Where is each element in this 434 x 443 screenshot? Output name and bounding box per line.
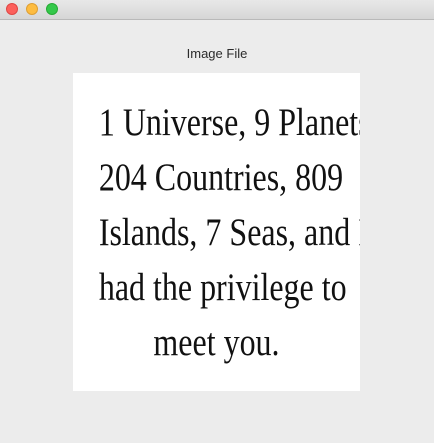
window-content: Image File 1 Universe, 9 Planets, 204 Co… [0, 20, 434, 443]
quote-line: Islands, 7 Seas, and I [98, 211, 360, 254]
quote-line: 204 Countries, 809 [98, 156, 344, 199]
quote-line: 1 Universe, 9 Planets, [98, 101, 360, 144]
image-preview: 1 Universe, 9 Planets, 204 Countries, 80… [73, 73, 360, 391]
zoom-button[interactable] [46, 3, 58, 15]
quote-line: meet you. [153, 321, 280, 364]
app-window: Image File 1 Universe, 9 Planets, 204 Co… [0, 0, 434, 443]
image-file-label: Image File [186, 46, 248, 61]
close-button[interactable] [6, 3, 18, 15]
quote-text: 1 Universe, 9 Planets, 204 Countries, 80… [98, 95, 360, 370]
quote-line: had the privilege to [98, 266, 347, 309]
title-bar[interactable] [0, 0, 434, 20]
minimize-button[interactable] [26, 3, 38, 15]
